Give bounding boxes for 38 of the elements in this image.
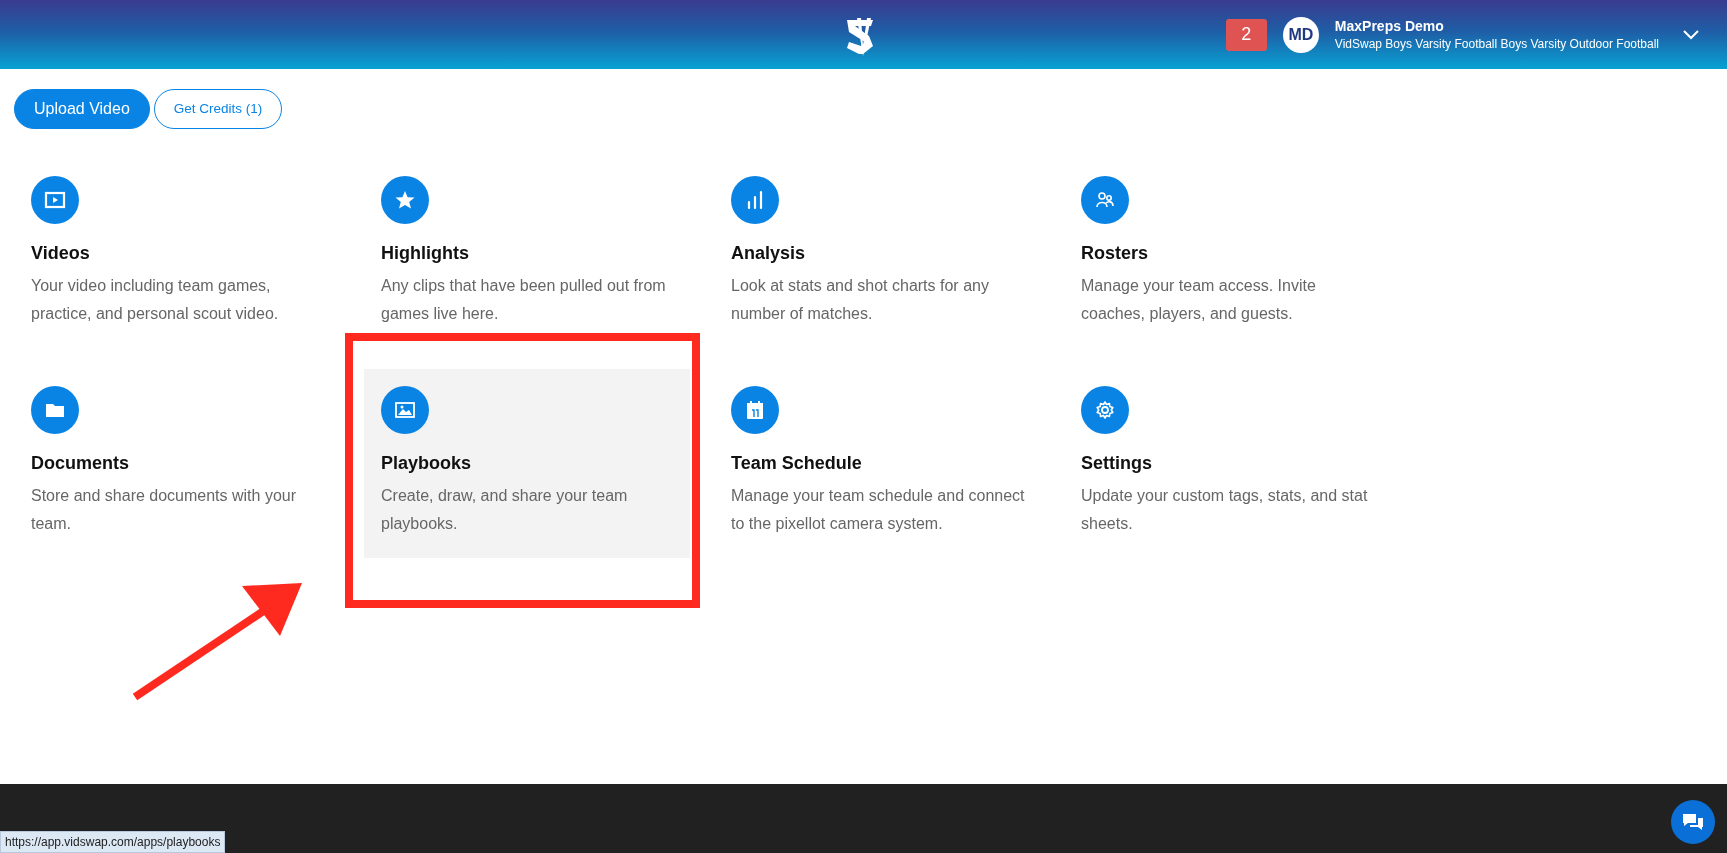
settings-icon: [1094, 399, 1116, 421]
app-description: Any clips that have been pulled out from games live here.: [381, 276, 667, 324]
image-icon: [394, 399, 416, 421]
app-title: Analysis: [731, 242, 807, 264]
play-screen-icon: [44, 189, 66, 211]
app-description: Manage your team schedule and connect to the pixellot camera system.: [731, 486, 1026, 534]
upload-button[interactable]: Upload Video: [14, 89, 150, 129]
app-description: Store and share documents with your team.: [31, 486, 298, 534]
chat-icon: [1681, 811, 1705, 833]
app-title: Settings: [1081, 452, 1153, 474]
app-description: Look at stats and shot charts for any number of matches.: [731, 276, 990, 324]
app-title: Rosters: [1081, 242, 1150, 264]
app-title: Team Schedule: [731, 452, 863, 474]
app-tile[interactable]: Analysis Look at stats and shot charts for any number of matches.: [714, 159, 1040, 348]
app-tile[interactable]: Documents Store and share documents with your team.: [14, 369, 340, 558]
notification-count[interactable]: 2: [1225, 18, 1267, 51]
app-tile[interactable]: Settings Update your custom tags, stats, and stat sheets.: [1064, 369, 1390, 558]
app-title: Highlights: [381, 242, 470, 264]
app-title: Playbooks: [381, 452, 473, 474]
app-tile[interactable]: Rosters Manage your team access. Invite coaches, players, and guests.: [1064, 159, 1390, 348]
app-description: Create, draw, and share your team playbooks.: [381, 486, 629, 534]
app-title: Videos: [31, 242, 91, 264]
star-icon: [394, 189, 416, 211]
app-title: Documents: [31, 452, 130, 474]
app-tile[interactable]: Playbooks Create, draw, and share your team playbooks.: [364, 369, 690, 558]
app-tile[interactable]: Team Schedule Manage your team schedule and connect to the pixellot camera system.: [714, 369, 1040, 558]
app-description: Update your custom tags, stats, and stat sheets.: [1081, 486, 1369, 534]
credits-button[interactable]: Get Credits (1): [153, 89, 283, 129]
app-description: Manage your team access. Invite coaches, players, and guests.: [1081, 276, 1317, 324]
app-description: Your video including team games, practice, and personal scout video.: [31, 276, 280, 324]
chevron-down-icon[interactable]: [1683, 29, 1699, 40]
calendar-icon: [744, 399, 766, 421]
app-tile[interactable]: Videos Your video including team games, practice, and personal scout video.: [14, 159, 340, 348]
avatar: MD: [1282, 16, 1319, 53]
status-url: https://app.vidswap.com/apps/playbooks: [0, 831, 226, 853]
user-name: MaxPreps Demo: [1334, 16, 1445, 35]
app-tile[interactable]: Highlights Any clips that have been pulled out from games live here.: [364, 159, 690, 348]
team-name: VidSwap Boys Varsity Football Boys Varsity Outdoor Football: [1334, 35, 1659, 53]
